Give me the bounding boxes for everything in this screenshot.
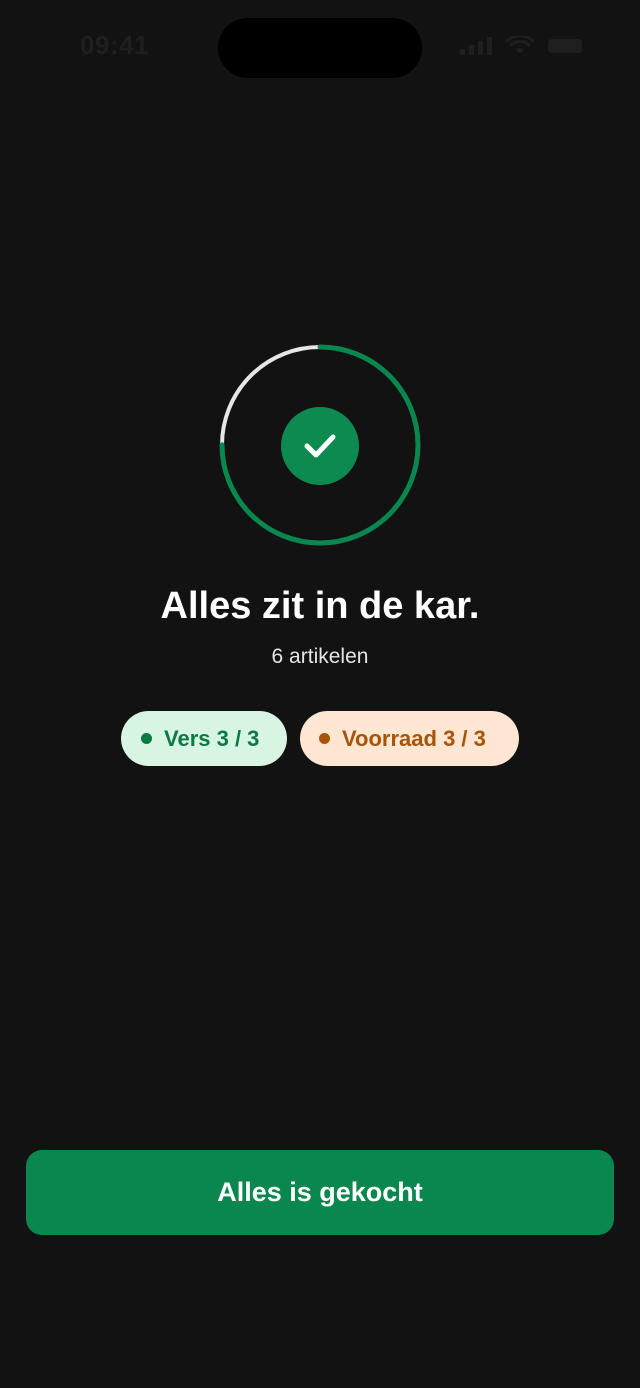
item-count: 6 artikelen [271,645,369,668]
badge-fresh-label: Vers 3 / 3 [164,725,260,751]
stock-dot-icon [319,733,330,744]
badge-stock: Voorraad 3 / 3 [300,711,519,766]
fresh-dot-icon [141,733,152,744]
status-time: 09:41 [80,30,149,60]
battery-icon [548,39,582,53]
badge-stock-label: Voorraad 3 / 3 [342,725,486,751]
all-bought-button[interactable]: Alles is gekocht [26,1150,614,1235]
check-icon [304,434,336,458]
status-icons [460,36,582,56]
wifi-icon [506,36,534,54]
signal-icon [460,37,492,55]
badge-fresh: Vers 3 / 3 [121,711,287,766]
success-badge [281,407,359,485]
status-bar: 09:41 [0,0,640,96]
page-title: Alles zit in de kar. [160,585,480,627]
dynamic-island [218,18,422,78]
